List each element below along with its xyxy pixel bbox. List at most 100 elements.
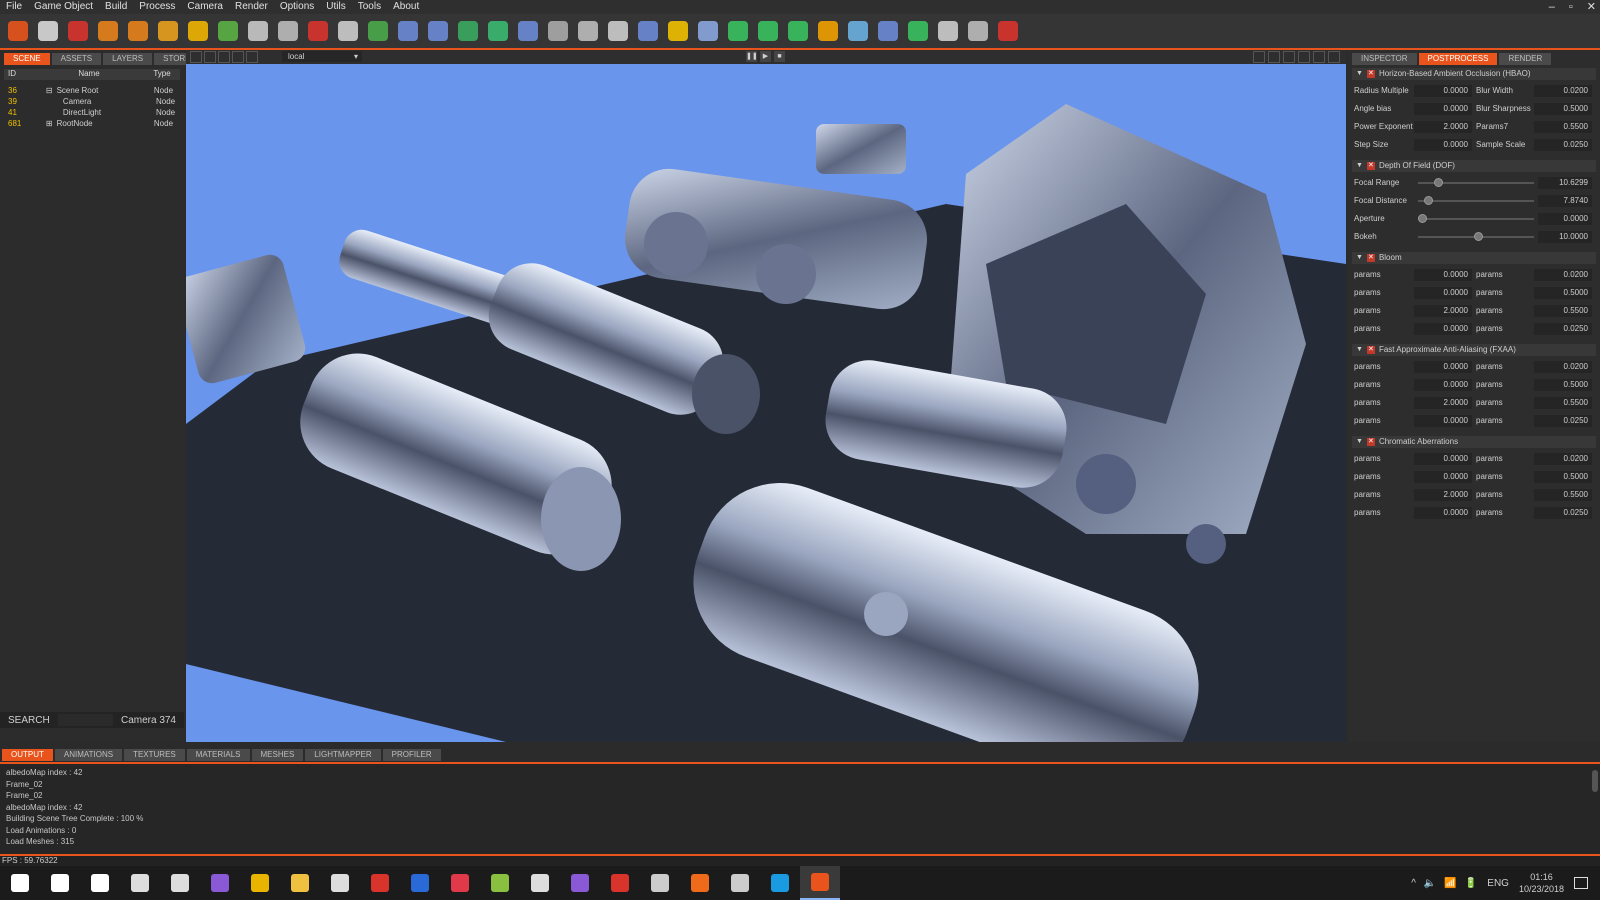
slider-value[interactable]: 10.6299	[1538, 177, 1592, 189]
scene-row[interactable]: 41 DirectLight Node	[4, 107, 180, 118]
trash-button[interactable]	[64, 17, 92, 45]
gem-button[interactable]	[844, 17, 872, 45]
collapse-arrow-icon[interactable]: ▼	[1356, 252, 1363, 264]
collapse-arrow-icon[interactable]: ▼	[1356, 160, 1363, 172]
gamepad-button[interactable]	[184, 17, 212, 45]
section-bloom[interactable]: ▼ ✕ Bloom	[1352, 252, 1596, 264]
language-indicator[interactable]: ENG	[1487, 878, 1509, 889]
folder-taskbar-button[interactable]	[280, 866, 320, 900]
expand-toggle-icon[interactable]: ⊞	[46, 119, 53, 128]
menu-game-object[interactable]: Game Object	[28, 0, 99, 14]
param-field[interactable]: 0.0200	[1534, 361, 1592, 373]
param-field[interactable]: 0.0200	[1534, 85, 1592, 97]
param-field[interactable]: 0.0000	[1414, 103, 1472, 115]
param-field[interactable]: 2.0000	[1414, 121, 1472, 133]
param-field[interactable]: 0.0250	[1534, 139, 1592, 151]
remove-effect-icon[interactable]: ✕	[1366, 70, 1375, 78]
param-field[interactable]: 0.5000	[1534, 379, 1592, 391]
param-field[interactable]: 0.0250	[1534, 507, 1592, 519]
particles-button[interactable]	[244, 17, 272, 45]
hex-button[interactable]	[604, 17, 632, 45]
param-field[interactable]: 0.0000	[1414, 471, 1472, 483]
chevron-up-icon[interactable]: ^	[1411, 878, 1416, 889]
arrow-up-button[interactable]	[514, 17, 542, 45]
pause-icon[interactable]: ❚❚	[746, 51, 758, 62]
remove-effect-icon[interactable]: ✕	[1366, 346, 1375, 354]
slider-value[interactable]: 7.8740	[1538, 195, 1592, 207]
param-field[interactable]: 0.0000	[1414, 269, 1472, 281]
pocket-taskbar-button[interactable]	[440, 866, 480, 900]
menu-file[interactable]: File	[0, 0, 28, 14]
view-button[interactable]	[232, 51, 244, 63]
param-field[interactable]: 0.0000	[1414, 453, 1472, 465]
layout-button[interactable]	[1328, 51, 1340, 63]
tab-animations[interactable]: ANIMATIONS	[54, 749, 123, 761]
tab-scene[interactable]: SCENE	[4, 53, 50, 65]
param-field[interactable]: 2.0000	[1414, 397, 1472, 409]
slider-handle[interactable]	[1433, 178, 1443, 187]
leaf-green-button[interactable]	[754, 17, 782, 45]
igs-text-button[interactable]	[334, 17, 362, 45]
menu-process[interactable]: Process	[133, 0, 181, 14]
notepad-taskbar-button[interactable]	[480, 866, 520, 900]
tab-lightmapper[interactable]: LIGHTMAPPER	[305, 749, 381, 761]
scene-row[interactable]: 39 Camera Node	[4, 96, 180, 107]
feather-button[interactable]	[694, 17, 722, 45]
tab-assets[interactable]: ASSETS	[51, 53, 102, 65]
brain-button[interactable]	[964, 17, 992, 45]
param-field[interactable]: 0.5500	[1534, 121, 1592, 133]
view-button[interactable]	[190, 51, 202, 63]
cube-blue-button[interactable]	[424, 17, 452, 45]
obs-taskbar-button[interactable]	[640, 866, 680, 900]
param-field[interactable]: 0.0000	[1414, 415, 1472, 427]
store-taskbar-button[interactable]	[160, 866, 200, 900]
layout-button[interactable]	[1283, 51, 1295, 63]
menu-camera[interactable]: Camera	[181, 0, 229, 14]
tab-materials[interactable]: MATERIALS	[186, 749, 250, 761]
param-field[interactable]: 0.0000	[1414, 507, 1472, 519]
tab-postprocess[interactable]: POSTPROCESS	[1418, 53, 1498, 65]
calculator-taskbar-button[interactable]	[120, 866, 160, 900]
app-purple-taskbar-button[interactable]	[200, 866, 240, 900]
param-field[interactable]: 0.5500	[1534, 305, 1592, 317]
slider-handle[interactable]	[1418, 214, 1427, 223]
menu-render[interactable]: Render	[229, 0, 274, 14]
minimize-icon[interactable]: –	[1549, 0, 1555, 14]
notification-icon[interactable]	[1574, 877, 1588, 889]
menu-options[interactable]: Options	[274, 0, 320, 14]
steam-taskbar-button[interactable]	[720, 866, 760, 900]
layout-button[interactable]	[1253, 51, 1265, 63]
slider-track[interactable]	[1418, 200, 1534, 202]
tab-meshes[interactable]: MESHES	[251, 749, 304, 761]
sphere-button[interactable]	[484, 17, 512, 45]
mountain-button[interactable]	[874, 17, 902, 45]
section-dof[interactable]: ▼ ✕ Depth Of Field (DOF)	[1352, 160, 1596, 172]
param-field[interactable]: 2.0000	[1414, 305, 1472, 317]
expand-toggle-icon[interactable]: ⊟	[46, 86, 53, 95]
param-field[interactable]: 0.5000	[1534, 287, 1592, 299]
scene-row[interactable]: 681 ⊞ RootNode Node	[4, 118, 180, 129]
close-icon[interactable]: ✕	[1587, 0, 1596, 14]
param-field[interactable]: 0.0250	[1534, 415, 1592, 427]
leaf-button[interactable]	[394, 17, 422, 45]
eye-orange-button[interactable]	[814, 17, 842, 45]
search-input[interactable]	[57, 714, 113, 726]
infinity-taskbar-button[interactable]	[520, 866, 560, 900]
section-fxaa[interactable]: ▼ ✕ Fast Approximate Anti-Aliasing (FXAA)	[1352, 344, 1596, 356]
layout-button[interactable]	[1298, 51, 1310, 63]
menu-tools[interactable]: Tools	[352, 0, 387, 14]
app-red-taskbar-button[interactable]	[600, 866, 640, 900]
molecule-button[interactable]	[934, 17, 962, 45]
tab-output[interactable]: OUTPUT	[2, 749, 53, 761]
scene-row[interactable]: 36 ⊟ Scene Root Node	[4, 85, 180, 96]
slider-track[interactable]	[1418, 218, 1534, 220]
param-field[interactable]: 0.5000	[1534, 471, 1592, 483]
rotate-button[interactable]	[124, 17, 152, 45]
param-field[interactable]: 0.5500	[1534, 489, 1592, 501]
terminal-button[interactable]	[664, 17, 692, 45]
view-button[interactable]	[218, 51, 230, 63]
mail-taskbar-button[interactable]	[80, 866, 120, 900]
param-field[interactable]: 0.0200	[1534, 453, 1592, 465]
remove-effect-icon[interactable]: ✕	[1366, 162, 1375, 170]
chrome-taskbar-button[interactable]	[240, 866, 280, 900]
